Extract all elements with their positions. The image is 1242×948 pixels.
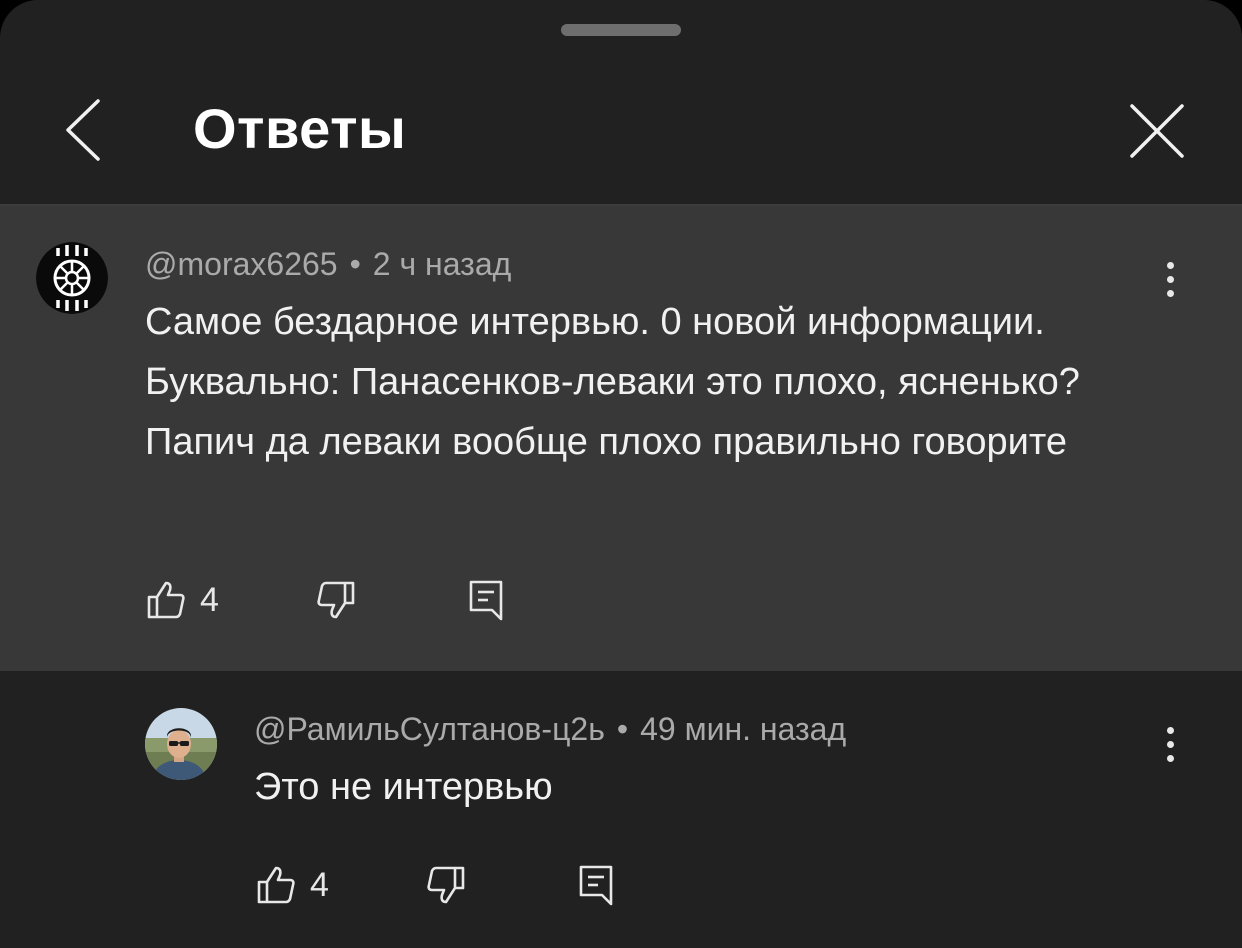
reply-button[interactable] [468, 575, 504, 625]
thumbs-up-icon [147, 581, 185, 619]
user-photo-icon [145, 708, 217, 780]
drag-handle[interactable] [561, 24, 681, 36]
meta-separator: • [349, 246, 361, 282]
comment-actions: 4 [256, 860, 656, 910]
comment-text: Самое бездарное интервью. 0 новой информ… [145, 301, 1080, 463]
more-options-button[interactable] [1150, 249, 1190, 309]
thumbs-down-icon [427, 866, 465, 904]
comment-meta: @morax6265 • 2 ч назад [145, 246, 511, 283]
reply-button[interactable] [578, 860, 614, 910]
close-icon [1130, 104, 1184, 158]
page-title: Ответы [193, 97, 407, 160]
reply-comment-icon [469, 580, 503, 621]
replies-sheet: Ответы @morax6265 • 2 ч назад Самое безд… [0, 0, 1242, 948]
comment-time: 2 ч назад [372, 246, 512, 282]
like-count: 4 [310, 865, 329, 904]
close-button[interactable] [1124, 98, 1190, 164]
comment-actions: 4 [146, 575, 546, 625]
comment-time: 49 мин. назад [640, 711, 847, 747]
back-button[interactable] [58, 98, 108, 162]
avatar[interactable] [36, 242, 108, 314]
dislike-button[interactable] [316, 575, 356, 625]
comment-author[interactable]: @morax6265 [145, 246, 338, 282]
meta-separator: • [616, 711, 629, 747]
comment-author[interactable]: @РамильСултанов-ц2ь [254, 711, 605, 747]
dislike-button[interactable] [426, 860, 466, 910]
like-button[interactable]: 4 [256, 860, 329, 910]
more-options-button[interactable] [1150, 714, 1190, 774]
thumbs-up-icon [257, 866, 295, 904]
avatar[interactable] [145, 708, 217, 780]
reply-comment-icon [579, 865, 613, 906]
chevron-left-icon [66, 99, 100, 161]
parent-comment: @morax6265 • 2 ч назад Самое бездарное инт… [0, 206, 1242, 671]
like-button[interactable]: 4 [146, 575, 219, 625]
imperial-emblem-icon [36, 242, 108, 314]
comment-meta: @РамильСултанов-ц2ь • 49 мин. назад [254, 711, 846, 748]
reply-comment: @РамильСултанов-ц2ь • 49 мин. назад Это не… [0, 671, 1242, 948]
comment-text: Это не интервью [254, 766, 553, 808]
like-count: 4 [200, 580, 219, 619]
replies-header: Ответы [0, 60, 1242, 205]
thumbs-down-icon [317, 581, 355, 619]
